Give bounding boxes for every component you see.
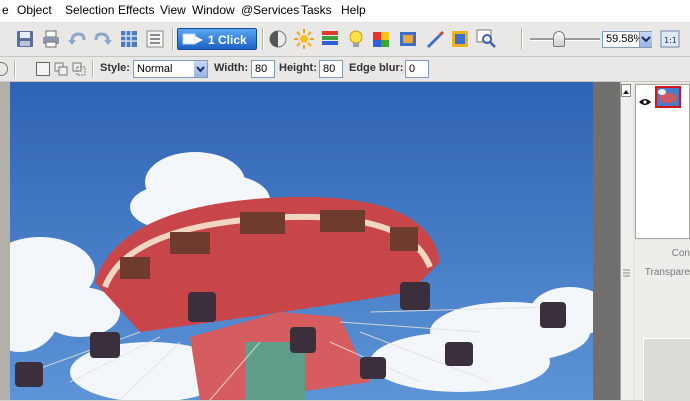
- zoom-slider-thumb[interactable]: [553, 31, 565, 47]
- menu-bar: e Object Selection Effects View Window @…: [0, 0, 690, 23]
- edge-blur-value: 0: [409, 63, 416, 75]
- brightness-icon[interactable]: [293, 28, 315, 50]
- toolbar-separator: [521, 28, 522, 50]
- width-value: 80: [255, 63, 268, 75]
- height-input[interactable]: 80: [319, 60, 343, 78]
- edge-blur-input[interactable]: 0: [405, 60, 429, 78]
- frame-icon[interactable]: [449, 28, 471, 50]
- chevron-down-icon: [641, 36, 651, 43]
- menu-window[interactable]: Window: [188, 0, 239, 22]
- menu-tasks[interactable]: Tasks: [297, 0, 336, 22]
- zoom-dropdown-button[interactable]: [639, 32, 652, 47]
- menu-selection[interactable]: Selection: [61, 0, 118, 22]
- brush-tool-icon[interactable]: [423, 28, 445, 50]
- style-select[interactable]: Normal: [133, 60, 208, 78]
- actual-size-icon[interactable]: 1:1: [659, 28, 681, 50]
- list-view-icon[interactable]: [144, 28, 166, 50]
- width-input[interactable]: 80: [251, 60, 275, 78]
- eye-icon[interactable]: [639, 93, 651, 111]
- panel-divider[interactable]: [620, 82, 633, 400]
- collapse-panel-button[interactable]: [621, 84, 631, 97]
- canvas-left-margin: [0, 82, 10, 400]
- contrast-label: Con: [671, 248, 690, 259]
- one-click-label: 1 Click: [208, 33, 247, 47]
- svg-text:1:1: 1:1: [664, 36, 677, 45]
- menu-help[interactable]: Help: [337, 0, 370, 22]
- image-tile-icon[interactable]: [397, 28, 419, 50]
- ellipse-select-icon[interactable]: [0, 62, 8, 76]
- zoom-window-icon[interactable]: [475, 28, 497, 50]
- height-label: Height:: [279, 62, 317, 74]
- toolbar-separator: [92, 60, 93, 78]
- menu-services[interactable]: @Services: [237, 0, 303, 22]
- arrow-up-icon: [623, 90, 629, 94]
- grid-view-icon[interactable]: [118, 28, 140, 50]
- toolbar-separator: [172, 28, 173, 50]
- one-click-button[interactable]: 1 Click: [177, 28, 257, 50]
- style-label: Style:: [100, 62, 130, 74]
- menu-object[interactable]: Object: [13, 0, 56, 22]
- height-value: 80: [323, 63, 336, 75]
- save-icon[interactable]: [14, 28, 36, 50]
- menu-view[interactable]: View: [156, 0, 190, 22]
- one-click-icon: [182, 32, 204, 55]
- menu-effects[interactable]: Effects: [114, 0, 158, 22]
- width-label: Width:: [214, 62, 249, 74]
- toolbar-separator: [14, 60, 15, 78]
- new-selection-icon[interactable]: [36, 62, 50, 76]
- color-balance-icon[interactable]: [319, 28, 341, 50]
- zoom-percent-value: 59.58%: [606, 33, 644, 45]
- options-bar: Style: Normal Width: 80 Height: 80 Edge …: [0, 57, 690, 82]
- chevron-down-icon: [196, 66, 205, 73]
- add-selection-icon[interactable]: [54, 62, 68, 76]
- redo-icon[interactable]: [92, 28, 114, 50]
- canvas-right-margin: [593, 82, 620, 400]
- menu-file[interactable]: e: [0, 0, 13, 22]
- hint-bulb-icon[interactable]: [345, 28, 367, 50]
- print-icon[interactable]: [40, 28, 62, 50]
- main-toolbar: 1 Click 59.58% 1:1: [0, 23, 690, 57]
- subtract-selection-icon[interactable]: [72, 62, 86, 76]
- image-canvas[interactable]: [10, 82, 593, 400]
- edge-blur-label: Edge blur:: [349, 62, 404, 74]
- properties-box: [643, 338, 690, 401]
- carousel-photo: [10, 82, 593, 400]
- layer-thumbnail[interactable]: [655, 86, 681, 108]
- zoom-slider-track[interactable]: [530, 38, 600, 41]
- contrast-icon[interactable]: [267, 28, 289, 50]
- style-value: Normal: [137, 63, 173, 75]
- transparency-label: Transpare: [644, 267, 690, 278]
- undo-icon[interactable]: [66, 28, 88, 50]
- color-swatch-icon[interactable]: [371, 28, 393, 50]
- divider-grip-icon[interactable]: [623, 265, 630, 277]
- style-dropdown-button[interactable]: [194, 61, 207, 77]
- toolbar-separator: [262, 28, 263, 50]
